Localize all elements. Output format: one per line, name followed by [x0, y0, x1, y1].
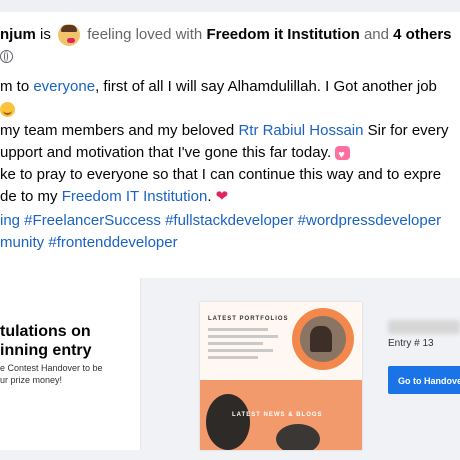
body-line: de to my Freedom IT Institution. ❤ — [0, 186, 460, 208]
body-text: ke to pray to everyone so that I can con… — [0, 166, 442, 183]
entry-thumbnail[interactable]: LATEST PORTFOLIOS LATEST NEWS & BLOGS — [200, 302, 362, 450]
shared-card[interactable]: tulations on inning entry e Contest Hand… — [0, 278, 460, 460]
body-line: ke to pray to everyone so that I can con… — [0, 164, 460, 186]
body-text: . — [207, 188, 212, 205]
blurred-name — [388, 320, 460, 334]
card-title: tulations on inning entry — [0, 322, 92, 360]
body-text: Sir for every — [363, 122, 449, 139]
entry-number: Entry # 13 — [388, 338, 434, 349]
gift-heart-emoji-icon: ❤ — [215, 188, 229, 206]
body-line: my team members and my beloved Rtr Rabiu… — [0, 120, 460, 142]
body-line — [0, 98, 460, 120]
feeling-emoji-icon — [58, 24, 81, 47]
body-line: m to everyone, first of all I will say A… — [0, 76, 460, 98]
body-text: upport and motivation that I've gone thi… — [0, 144, 332, 161]
camera-photo-image — [276, 424, 320, 450]
thumbnail-label: LATEST PORTFOLIOS — [208, 316, 289, 322]
body-text: , first of all I will say Alhamdulillah.… — [95, 78, 437, 95]
body-text: my team members and my beloved — [0, 122, 239, 139]
hashtag-line[interactable]: ing #FreelancerSuccess #fullstackdevelop… — [0, 210, 460, 232]
go-to-handover-button[interactable]: Go to Handover — [388, 366, 460, 394]
card-desc-line: ur prize money! — [0, 375, 63, 385]
tagged-page-link[interactable]: Freedom it Institution — [206, 26, 359, 43]
everyone-link[interactable]: everyone — [33, 78, 95, 95]
hashtag-line[interactable]: munity #frontenddeveloper — [0, 232, 460, 254]
hashtags: ing #FreelancerSuccess #fullstackdevelop… — [0, 210, 460, 254]
is-text: is — [40, 26, 51, 44]
card-left-panel: tulations on inning entry e Contest Hand… — [0, 278, 140, 450]
body-text: de to my — [0, 188, 62, 205]
camera-photo-image — [206, 394, 250, 450]
card-description: e Contest Handover to be ur prize money! — [0, 362, 103, 386]
top-strip — [0, 0, 460, 12]
institution-link[interactable]: Freedom IT Institution — [62, 188, 208, 205]
globe-icon[interactable] — [0, 50, 13, 64]
card-desc-line: e Contest Handover to be — [0, 363, 103, 373]
others-link[interactable]: 4 others — [393, 26, 451, 43]
card-divider — [140, 278, 141, 450]
smile-emoji-icon — [0, 101, 15, 117]
card-title-line: inning entry — [0, 342, 92, 359]
mention-link[interactable]: Rtr Rabiul Hossain — [238, 122, 363, 139]
portrait-image — [292, 308, 354, 370]
feeling-text: feeling loved with — [87, 26, 203, 44]
post-meta — [0, 49, 13, 64]
and-text: and — [363, 26, 389, 44]
card-title-line: tulations on — [0, 323, 91, 340]
heart-emoji-icon — [335, 144, 351, 164]
body-line: upport and motivation that I've gone thi… — [0, 142, 460, 164]
post-body: m to everyone, first of all I will say A… — [0, 76, 460, 208]
body-text: m to — [0, 78, 34, 95]
thumbnail-news-label: LATEST NEWS & BLOGS — [232, 412, 323, 418]
author-name[interactable]: njum — [0, 26, 36, 43]
post-header: njum is feeling loved with Freedom it In… — [0, 22, 460, 48]
